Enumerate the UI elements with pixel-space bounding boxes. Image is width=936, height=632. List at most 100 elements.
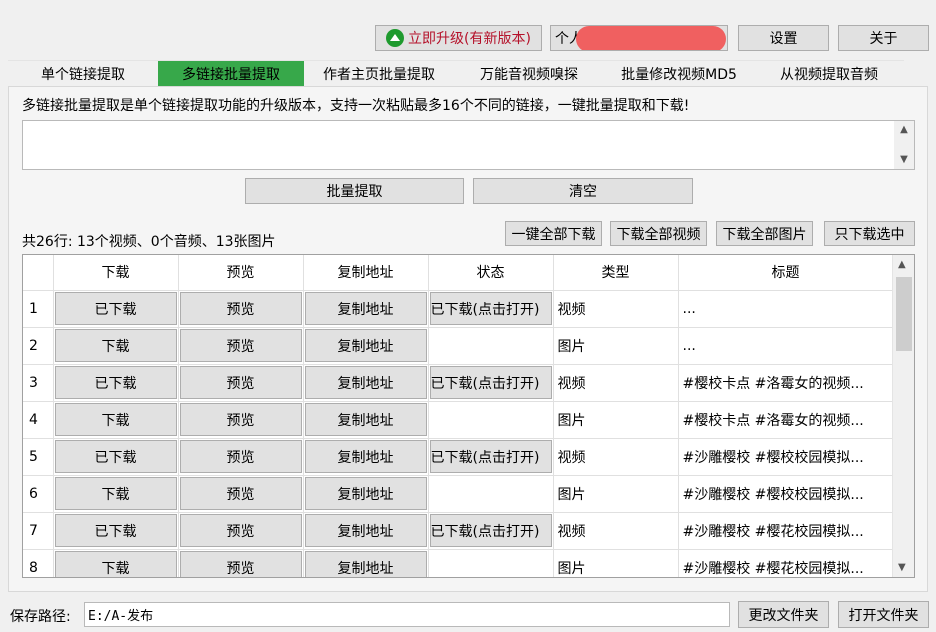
upgrade-button[interactable]: 立即升级(有新版本) xyxy=(375,25,542,51)
preview-button[interactable]: 预览 xyxy=(179,292,302,325)
download-button[interactable]: 已下载 xyxy=(54,366,177,399)
tab-author-homepage[interactable]: 作者主页批量提取 xyxy=(304,60,454,86)
upgrade-label: 立即升级(有新版本) xyxy=(408,31,531,47)
tab-bar: 单个链接提取 多链接批量提取 作者主页批量提取 万能音视频嗅探 批量修改视频MD… xyxy=(8,60,904,86)
preview-button[interactable]: 预览 xyxy=(179,366,302,399)
scroll-thumb[interactable] xyxy=(896,277,912,351)
open-folder-button[interactable]: 打开文件夹 xyxy=(838,601,929,628)
title-text-cell: ... xyxy=(678,327,894,365)
status-open-button[interactable]: 已下载(点击打开) xyxy=(429,440,552,473)
copy-address-button-cell: 复制地址 xyxy=(303,327,429,365)
preview-button-cell: 预览 xyxy=(178,290,304,328)
tab-sniffer[interactable]: 万能音视频嗅探 xyxy=(454,60,604,86)
type-text-cell: 视频 xyxy=(553,512,679,550)
title-text-cell: #樱校卡点 #洛霉女的视频... xyxy=(678,401,894,439)
column-header: 复制地址 xyxy=(303,255,429,291)
preview-button[interactable]: 预览 xyxy=(179,403,302,436)
copy-address-button[interactable]: 复制地址 xyxy=(304,440,427,473)
download-button-cell: 已下载 xyxy=(53,512,179,550)
copy-address-button[interactable]: 复制地址 xyxy=(304,329,427,362)
download-button[interactable]: 下载 xyxy=(54,329,177,362)
table-header-row: 下载 预览 复制地址 状态 类型 标题 xyxy=(23,255,894,291)
copy-address-button[interactable]: 复制地址 xyxy=(304,514,427,547)
scroll-up-icon[interactable]: ▲ xyxy=(898,259,906,270)
copy-address-button-cell: 复制地址 xyxy=(303,438,429,476)
title-text-cell: #樱校卡点 #洛霉女的视频... xyxy=(678,364,894,402)
table-row[interactable]: 4 下载 预览 复制地址 图片 #樱校卡点 #洛霉女的视频... xyxy=(23,401,894,439)
preview-button[interactable]: 预览 xyxy=(179,514,302,547)
about-button[interactable]: 关于 xyxy=(838,25,929,51)
type-text-cell: 图片 xyxy=(553,327,679,365)
download-all-video-button[interactable]: 下载全部视频 xyxy=(610,221,707,246)
save-path-input[interactable]: E:/A-发布 xyxy=(84,602,730,627)
title-text-cell: #沙雕樱校 #樱花校园模拟... xyxy=(678,549,894,577)
status-open-button-cell: 已下载(点击打开) xyxy=(428,290,554,328)
download-button-cell: 已下载 xyxy=(53,438,179,476)
row-number-cell: 4 xyxy=(23,401,54,439)
download-button[interactable]: 已下载 xyxy=(54,292,177,325)
status-open-button[interactable]: 已下载(点击打开) xyxy=(429,514,552,547)
copy-address-button[interactable]: 复制地址 xyxy=(304,403,427,436)
copy-address-button-cell: 复制地址 xyxy=(303,401,429,439)
download-button-cell: 已下载 xyxy=(53,364,179,402)
copy-address-button[interactable]: 复制地址 xyxy=(304,292,427,325)
download-button[interactable]: 下载 xyxy=(54,403,177,436)
copy-address-button[interactable]: 复制地址 xyxy=(304,551,427,577)
download-all-image-button[interactable]: 下载全部图片 xyxy=(716,221,813,246)
table-row[interactable]: 5 已下载 预览 复制地址 已下载(点击打开) 视频 #沙雕樱校 #樱校校园模拟... xyxy=(23,438,894,476)
table-row[interactable]: 2 下载 预览 复制地址 图片... xyxy=(23,327,894,365)
column-header: 标题 xyxy=(678,255,894,291)
preview-button[interactable]: 预览 xyxy=(179,440,302,473)
column-header: 下载 xyxy=(53,255,179,291)
scroll-down-icon[interactable]: ▼ xyxy=(898,562,906,573)
tab-single-link[interactable]: 单个链接提取 xyxy=(8,60,158,86)
column-header: 类型 xyxy=(553,255,679,291)
table-row[interactable]: 6 下载 预览 复制地址 图片 #沙雕樱校 #樱校校园模拟... xyxy=(23,475,894,513)
scroll-down-icon[interactable]: ▼ xyxy=(899,155,909,165)
status-open-button-cell: 已下载(点击打开) xyxy=(428,512,554,550)
download-button-cell: 下载 xyxy=(53,475,179,513)
download-button[interactable]: 下载 xyxy=(54,551,177,577)
batch-extract-button[interactable]: 批量提取 xyxy=(245,178,464,204)
account-field[interactable]: 个人 xyxy=(550,25,728,51)
table-row[interactable]: 8 下载 预览 复制地址 图片 #沙雕樱校 #樱花校园模拟... xyxy=(23,549,894,577)
preview-button-cell: 预览 xyxy=(178,475,304,513)
results-table: 下载 预览 复制地址 状态 类型 标题 1 已下载 预览 复制地址 已下载(点击打开) 视… xyxy=(22,254,915,578)
type-text-cell: 视频 xyxy=(553,290,679,328)
download-button[interactable]: 已下载 xyxy=(54,514,177,547)
download-button[interactable]: 已下载 xyxy=(54,440,177,473)
preview-button-cell: 预览 xyxy=(178,401,304,439)
copy-address-button[interactable]: 复制地址 xyxy=(304,366,427,399)
download-button-cell: 下载 xyxy=(53,549,179,577)
copy-address-button[interactable]: 复制地址 xyxy=(304,477,427,510)
row-number-cell: 8 xyxy=(23,549,54,577)
scroll-up-icon[interactable]: ▲ xyxy=(899,125,909,135)
tab-md5-modify[interactable]: 批量修改视频MD5 xyxy=(604,60,754,86)
type-text-cell: 图片 xyxy=(553,475,679,513)
tab-extract-audio[interactable]: 从视频提取音频 xyxy=(754,60,904,86)
status-open-button[interactable]: 已下载(点击打开) xyxy=(429,292,552,325)
status-open-button[interactable]: 已下载(点击打开) xyxy=(429,366,552,399)
preview-button[interactable]: 预览 xyxy=(179,551,302,577)
preview-button-cell: 预览 xyxy=(178,438,304,476)
change-folder-button[interactable]: 更改文件夹 xyxy=(738,601,829,628)
table-row[interactable]: 7 已下载 预览 复制地址 已下载(点击打开) 视频 #沙雕樱校 #樱花校园模拟... xyxy=(23,512,894,550)
preview-button[interactable]: 预览 xyxy=(179,329,302,362)
settings-button[interactable]: 设置 xyxy=(738,25,829,51)
download-button[interactable]: 下载 xyxy=(54,477,177,510)
status-text-cell xyxy=(428,549,554,577)
description-text: 多链接批量提取是单个链接提取功能的升级版本，支持一次粘贴最多16个不同的链接，一… xyxy=(22,98,690,114)
table-scrollbar[interactable]: ▲ ▼ xyxy=(892,255,914,577)
clear-button[interactable]: 清空 xyxy=(473,178,693,204)
table-row[interactable]: 1 已下载 预览 复制地址 已下载(点击打开) 视频... xyxy=(23,290,894,328)
table-row[interactable]: 3 已下载 预览 复制地址 已下载(点击打开) 视频 #樱校卡点 #洛霉女的视频... xyxy=(23,364,894,402)
link-input[interactable]: ▲ ▼ xyxy=(22,120,915,170)
download-all-button[interactable]: 一键全部下载 xyxy=(505,221,602,246)
download-selected-button[interactable]: 只下载选中 xyxy=(824,221,915,246)
preview-button[interactable]: 预览 xyxy=(179,477,302,510)
link-input-scrollbar[interactable]: ▲ ▼ xyxy=(894,121,914,169)
status-open-button-cell: 已下载(点击打开) xyxy=(428,438,554,476)
row-number-cell: 3 xyxy=(23,364,54,402)
title-text-cell: #沙雕樱校 #樱校校园模拟... xyxy=(678,438,894,476)
tab-multi-link[interactable]: 多链接批量提取 xyxy=(158,60,304,86)
